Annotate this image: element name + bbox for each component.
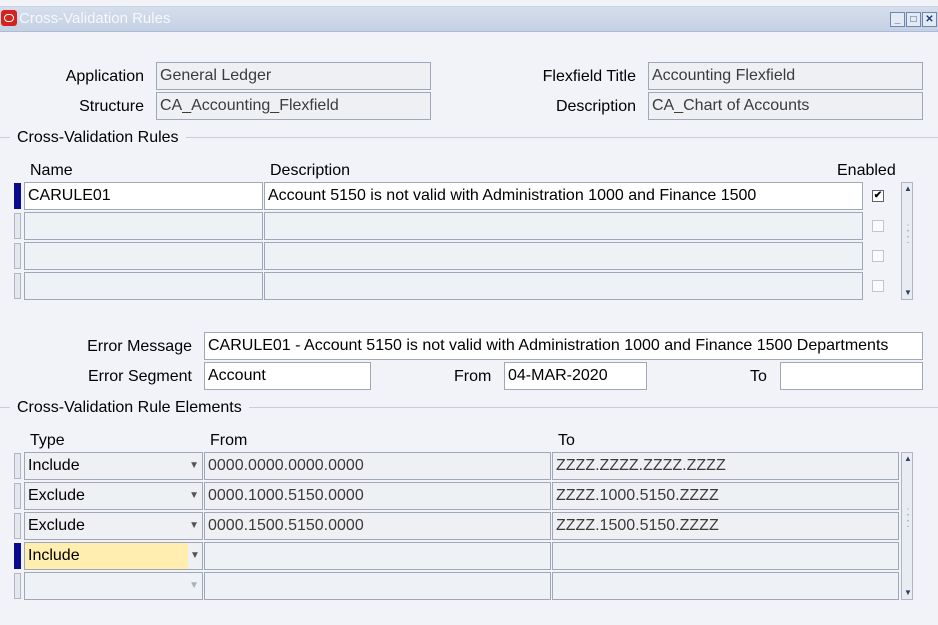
rule-name-field[interactable]: [24, 212, 263, 240]
to-date-label: To: [750, 368, 767, 385]
toolbar-strip: [0, 0, 938, 7]
scroll-up-icon[interactable]: ▲: [902, 183, 914, 195]
error-segment-field[interactable]: Account: [204, 362, 371, 390]
description-field[interactable]: CA_Chart of Accounts: [648, 92, 923, 120]
chevron-down-icon[interactable]: ▼: [189, 573, 199, 599]
error-message-field[interactable]: CARULE01 - Account 5150 is not valid wit…: [204, 332, 923, 360]
enabled-checkbox[interactable]: [872, 250, 884, 262]
structure-label: Structure: [79, 98, 144, 115]
description-column-header: Description: [270, 162, 351, 179]
type-value: Exclude: [28, 487, 85, 504]
minimize-icon[interactable]: _: [890, 12, 905, 27]
row-selector[interactable]: [14, 573, 21, 599]
structure-field[interactable]: CA_Accounting_Flexfield: [156, 92, 431, 120]
element-to-field[interactable]: ZZZZ.1500.5150.ZZZZ: [552, 512, 899, 540]
flexfield-title-field[interactable]: Accounting Flexfield: [648, 62, 923, 90]
type-column-header: Type: [30, 432, 65, 449]
element-from-field[interactable]: 0000.0000.0000.0000: [204, 452, 551, 480]
name-column-header: Name: [30, 162, 73, 179]
rule-name-field[interactable]: [24, 242, 263, 270]
elements-scrollbar[interactable]: ▲ ⁚ ⁚ ⁚ ▼: [901, 452, 913, 600]
row-selector[interactable]: [14, 483, 21, 509]
row-selector[interactable]: [14, 273, 21, 299]
rule-description-field[interactable]: Account 5150 is not valid with Administr…: [264, 182, 863, 210]
row-selector[interactable]: [14, 183, 21, 209]
window-title-bar: Cross-Validation Rules _ □ ✕: [0, 7, 938, 32]
enabled-column-header: Enabled: [837, 162, 896, 179]
row-selector[interactable]: [14, 513, 21, 539]
rule-description-field[interactable]: [264, 272, 863, 300]
error-message-label: Error Message: [87, 338, 192, 355]
row-selector[interactable]: [14, 213, 21, 239]
elements-section-title: Cross-Validation Rule Elements: [10, 399, 249, 417]
element-from-field[interactable]: [204, 572, 551, 600]
oracle-logo-icon: [1, 10, 17, 26]
enabled-checkbox[interactable]: [872, 280, 884, 292]
rule-description-field[interactable]: [264, 212, 863, 240]
chevron-down-icon[interactable]: ▼: [189, 513, 199, 539]
from-date-label: From: [454, 368, 492, 385]
element-from-field[interactable]: 0000.1000.5150.0000: [204, 482, 551, 510]
chevron-down-icon[interactable]: ▼: [188, 543, 202, 569]
rule-name-field[interactable]: CARULE01: [24, 182, 263, 210]
row-selector[interactable]: [14, 243, 21, 269]
from-column-header: From: [210, 432, 248, 449]
row-selector[interactable]: [14, 453, 21, 479]
close-icon[interactable]: ✕: [922, 12, 937, 27]
window-title: Cross-Validation Rules: [19, 10, 171, 27]
type-value: Include: [28, 457, 80, 474]
element-from-field[interactable]: 0000.1500.5150.0000: [204, 512, 551, 540]
type-dropdown[interactable]: Exclude ▼: [24, 512, 203, 540]
rule-description-field[interactable]: [264, 242, 863, 270]
type-dropdown[interactable]: Exclude ▼: [24, 482, 203, 510]
to-date-field[interactable]: [780, 362, 923, 390]
application-label: Application: [65, 68, 144, 85]
flexfield-title-label: Flexfield Title: [542, 68, 636, 85]
chevron-down-icon[interactable]: ▼: [189, 483, 199, 509]
scroll-up-icon[interactable]: ▲: [902, 453, 914, 465]
type-value: Include: [28, 547, 80, 564]
from-date-field[interactable]: 04-MAR-2020: [504, 362, 647, 390]
type-dropdown[interactable]: ▼: [24, 572, 203, 600]
application-field[interactable]: General Ledger: [156, 62, 431, 90]
element-to-field[interactable]: ZZZZ.ZZZZ.ZZZZ.ZZZZ: [552, 452, 899, 480]
element-to-field[interactable]: ZZZZ.1000.5150.ZZZZ: [552, 482, 899, 510]
maximize-icon[interactable]: □: [906, 12, 921, 27]
rules-section-title: Cross-Validation Rules: [10, 129, 186, 147]
type-value: Exclude: [28, 517, 85, 534]
description-label: Description: [555, 98, 636, 115]
rules-scrollbar[interactable]: ▲ ⁚ ⁚ ⁚ ▼: [901, 182, 913, 300]
enabled-checkbox[interactable]: ✔: [872, 190, 884, 202]
element-to-field[interactable]: [552, 542, 899, 570]
enabled-checkbox[interactable]: [872, 220, 884, 232]
row-selector[interactable]: [14, 543, 21, 569]
scroll-grip-icon[interactable]: ⁚ ⁚ ⁚: [902, 224, 914, 245]
chevron-down-icon[interactable]: ▼: [189, 453, 199, 479]
to-column-header: To: [558, 432, 575, 449]
scroll-down-icon[interactable]: ▼: [902, 587, 914, 599]
type-dropdown[interactable]: Include ▼: [24, 542, 203, 570]
scroll-down-icon[interactable]: ▼: [902, 287, 914, 299]
type-dropdown[interactable]: Include ▼: [24, 452, 203, 480]
scroll-grip-icon[interactable]: ⁚ ⁚ ⁚: [902, 508, 914, 529]
element-from-field[interactable]: [204, 542, 551, 570]
element-to-field[interactable]: [552, 572, 899, 600]
rule-name-field[interactable]: [24, 272, 263, 300]
error-segment-label: Error Segment: [87, 368, 192, 385]
